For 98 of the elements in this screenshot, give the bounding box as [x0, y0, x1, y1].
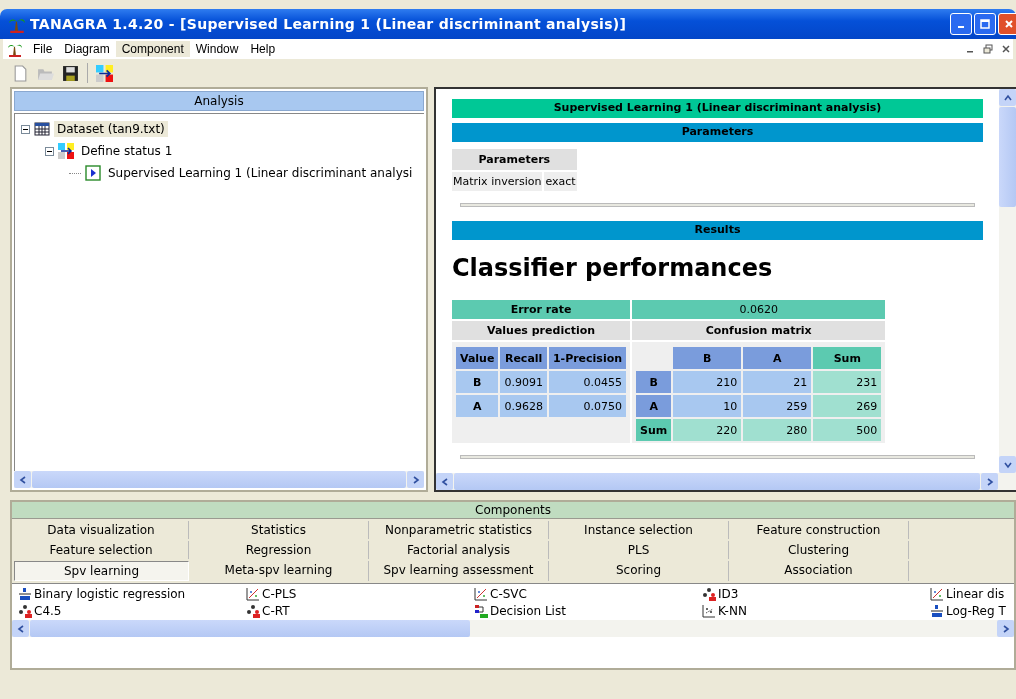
logistic-curve-icon	[930, 604, 944, 618]
category-tab[interactable]: PLS	[549, 541, 729, 559]
category-tab[interactable]: Association	[729, 561, 909, 581]
category-tab[interactable]: Feature selection	[14, 541, 189, 559]
category-tab[interactable]: Factorial analysis	[369, 541, 549, 559]
save-icon[interactable]	[62, 64, 79, 82]
logistic-curve-icon	[18, 587, 32, 601]
tool-item[interactable]: K-NN	[702, 604, 747, 618]
panel-header: Components	[12, 502, 1014, 519]
table-icon	[34, 121, 50, 137]
category-tab[interactable]: Instance selection	[549, 521, 729, 539]
menu-item[interactable]: Diagram	[58, 41, 116, 57]
tool-item[interactable]: Binary logistic regression	[18, 587, 186, 601]
table-header: Sum	[636, 419, 672, 441]
table-cell: 0.9628	[500, 395, 547, 417]
table-cell: 280	[743, 419, 812, 441]
tool-item[interactable]: C-RT	[246, 604, 290, 618]
horizontal-scrollbar[interactable]	[436, 473, 1016, 490]
menu-item[interactable]: Window	[189, 41, 245, 57]
list-icon	[474, 604, 488, 618]
table-header: B	[636, 371, 672, 393]
category-tab[interactable]: Scoring	[549, 561, 729, 581]
menu-item[interactable]: Component	[115, 41, 190, 57]
scatter-plot-icon	[474, 587, 488, 601]
category-tab[interactable]: Statistics	[189, 521, 369, 539]
tool-item[interactable]: C-SVC	[474, 587, 527, 601]
table-cell: 231	[813, 371, 882, 393]
table-header: Error rate	[452, 300, 631, 319]
table-cell: 0.0620	[632, 300, 886, 319]
table-cell: 500	[813, 419, 882, 441]
horizontal-scrollbar[interactable]	[14, 471, 424, 488]
table-cell: 259	[743, 395, 812, 417]
section-header: Results	[452, 221, 983, 240]
scatter-plot-icon	[246, 587, 260, 601]
report-title: Supervised Learning 1 (Linear discriminant analysis)	[452, 99, 983, 118]
table-header: A	[743, 347, 812, 369]
table-cell: A	[456, 395, 499, 417]
table-cell: 210	[673, 371, 742, 393]
tree-item[interactable]: Define status 1	[78, 143, 176, 159]
category-tab[interactable]: Spv learning	[14, 561, 189, 581]
tool-item[interactable]: Decision List	[474, 604, 566, 618]
maximize-button[interactable]	[974, 13, 996, 35]
tree-icon	[18, 604, 32, 618]
tree-icon	[246, 604, 260, 618]
table-header: B	[673, 347, 742, 369]
tool-item[interactable]: Log-Reg T	[930, 604, 1006, 618]
table-cell: B	[456, 371, 499, 393]
table-header: A	[636, 395, 672, 417]
section-header: Parameters	[452, 123, 983, 142]
table-header: 1-Precision	[548, 347, 627, 369]
table-cell: 269	[813, 395, 882, 417]
horizontal-scrollbar[interactable]	[12, 620, 1014, 637]
table-header: Parameters	[452, 149, 577, 170]
category-tab[interactable]: Nonparametric statistics	[369, 521, 549, 539]
panel-header: Analysis	[14, 91, 424, 111]
table-header: Confusion matrix	[632, 321, 886, 340]
menu-item[interactable]: Help	[244, 41, 282, 57]
vertical-scrollbar[interactable]	[999, 89, 1016, 473]
tree-item[interactable]: Dataset (tan9.txt)	[54, 121, 168, 137]
table-header: Sum	[813, 347, 882, 369]
table-cell: 21	[743, 371, 812, 393]
play-icon	[85, 165, 101, 181]
tool-item[interactable]: ID3	[702, 587, 739, 601]
table-cell: Matrix inversion	[452, 172, 543, 191]
category-tab[interactable]: Data visualization	[14, 521, 189, 539]
report-heading: Classifier performances	[452, 254, 774, 282]
tree-icon	[702, 587, 716, 601]
category-tab[interactable]: Meta-spv learning	[189, 561, 369, 581]
close-icon[interactable]	[1001, 44, 1011, 54]
maximize-icon[interactable]	[980, 19, 990, 29]
table-cell: 0.0750	[548, 395, 627, 417]
tool-item[interactable]: C-PLS	[246, 587, 297, 601]
table-cell: 0.9091	[500, 371, 547, 393]
table-header: Recall	[500, 347, 547, 369]
tree-item[interactable]: Supervised Learning 1 (Linear discriminant analysi	[105, 165, 416, 181]
table-header: Value	[456, 347, 499, 369]
table-cell: exact	[544, 172, 577, 191]
scatter-plot-icon	[930, 587, 944, 601]
category-tab[interactable]: Feature construction	[729, 521, 909, 539]
category-tab[interactable]: Regression	[189, 541, 369, 559]
category-tab[interactable]: Clustering	[729, 541, 909, 559]
tool-item[interactable]: C4.5	[18, 604, 62, 618]
table-cell: 0.0455	[548, 371, 627, 393]
close-button[interactable]	[998, 13, 1016, 35]
points-icon	[702, 604, 716, 618]
minimize-button[interactable]	[950, 13, 972, 35]
arrows-icon[interactable]	[96, 64, 113, 82]
restore-icon[interactable]	[983, 44, 993, 54]
collapse-icon[interactable]	[21, 124, 30, 134]
table-cell: 220	[673, 419, 742, 441]
table-header: Values prediction	[452, 321, 631, 340]
tool-item[interactable]: Linear dis	[930, 587, 1005, 601]
window-title: TANAGRA 1.4.20 - [Supervised Learning 1 (Linear discriminant analysis)]	[30, 16, 627, 32]
arrows-icon	[58, 143, 74, 159]
collapse-icon[interactable]	[45, 146, 54, 156]
table-cell: 10	[673, 395, 742, 417]
category-tab[interactable]: Spv learning assessment	[369, 561, 549, 581]
menu-item[interactable]: File	[27, 41, 59, 57]
